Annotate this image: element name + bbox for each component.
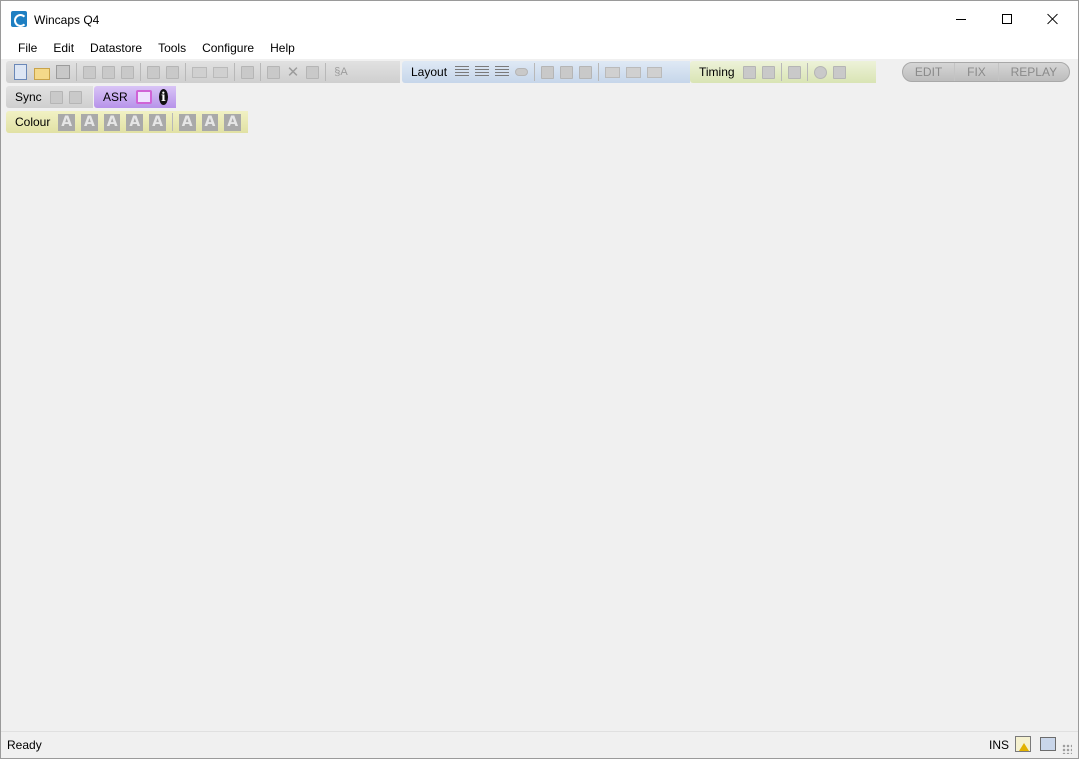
menu-help[interactable]: Help [262,38,303,58]
main-toolbar: ✕ §A [6,61,400,83]
timing-reset-icon[interactable] [813,65,827,79]
toolbar-separator [185,63,186,81]
close-icon [1047,13,1059,25]
colour-label: Colour [15,115,51,129]
insert-mode-indicator: INS [989,738,1010,752]
position-center-icon[interactable] [560,65,574,79]
colour-cyan-button[interactable]: A [103,113,121,131]
status-bar: Ready INS [1,731,1078,758]
mode-replay-button[interactable]: REPLAY [997,63,1069,81]
timing-options-icon[interactable] [832,65,846,79]
menu-bar: File Edit Datastore Tools Configure Help [1,37,1078,59]
mode-edit-button[interactable]: EDIT [903,63,954,81]
minimize-button[interactable] [938,1,984,37]
toolbar-separator [260,63,261,81]
delete-icon[interactable]: ✕ [286,64,300,81]
colour-green-button[interactable]: A [126,113,144,131]
sync-toolbar: Sync [6,86,93,108]
colour-white-button[interactable]: A [58,113,76,131]
sync-label: Sync [15,90,42,104]
layout-label: Layout [411,65,448,79]
pin-icon[interactable] [306,65,319,79]
undo-icon[interactable] [147,65,160,79]
comment-icon[interactable] [241,65,254,79]
link-icon[interactable] [515,68,529,76]
toolbar-separator [780,63,782,81]
mode-switcher: EDIT FIX REPLAY [902,62,1070,82]
status-text: Ready [7,738,42,752]
align-center-icon[interactable] [475,66,490,78]
paste-icon[interactable] [121,65,134,79]
position-right-icon[interactable] [579,65,593,79]
new-file-icon[interactable] [14,64,27,80]
cut-icon[interactable] [83,65,96,79]
close-button[interactable] [1030,1,1076,37]
redo-icon[interactable] [166,65,179,79]
align-right-icon[interactable] [495,66,510,78]
asr-label: ASR [103,90,128,104]
menu-tools[interactable]: Tools [150,38,194,58]
sync-import-icon[interactable] [49,90,63,104]
toolbar-separator [325,63,326,81]
app-logo-icon [11,11,27,27]
position-bottom-icon[interactable] [647,66,663,78]
title-bar[interactable]: Wincaps Q4 [1,1,1078,37]
warning-icon[interactable] [1015,736,1031,752]
toolbar-separator [140,63,141,81]
align-left-icon[interactable] [455,66,470,78]
save-icon[interactable] [56,65,70,79]
asr-toolbar: ASR i [94,86,176,108]
copy-icon[interactable] [102,65,115,79]
timing-label: Timing [699,65,735,79]
connection-icon[interactable] [1040,737,1056,751]
background-red-button[interactable]: A [224,113,241,131]
timing-toolbar: Timing [690,61,876,83]
menu-datastore[interactable]: Datastore [82,38,150,58]
toolbar-area: ✕ §A Layout Timing EDIT FIX REPLAY Sync … [1,59,1078,135]
toolbar-separator [234,63,235,81]
insert-above-icon[interactable] [192,66,207,78]
timing-clear-icon[interactable] [761,65,775,79]
colour-yellow-button[interactable]: A [81,113,98,131]
asr-chat-icon[interactable] [135,90,152,104]
mode-fix-button[interactable]: FIX [954,63,998,81]
position-top-icon[interactable] [605,66,621,78]
resize-grip-icon[interactable] [1062,744,1072,754]
insert-below-icon[interactable] [213,66,228,78]
minimize-icon [956,18,966,20]
menu-file[interactable]: File [10,38,45,58]
app-window: Wincaps Q4 File Edit Datastore Tools Con… [0,0,1079,759]
sync-download-icon[interactable] [68,90,82,104]
colour-toolbar: Colour A A A A A A A A [6,111,248,133]
position-left-icon[interactable] [541,65,555,79]
menu-configure[interactable]: Configure [194,38,262,58]
workspace-area[interactable] [1,135,1078,731]
toolbar-separator [171,113,173,131]
window-title: Wincaps Q4 [34,13,100,27]
flag-icon[interactable] [787,65,801,79]
timing-set-icon[interactable] [742,65,756,79]
toolbar-separator [534,63,536,81]
print-icon[interactable] [267,65,280,79]
info-icon[interactable]: i [158,89,168,105]
maximize-icon [1002,14,1012,24]
maximize-button[interactable] [984,1,1030,37]
open-folder-icon[interactable] [34,67,50,80]
position-middle-icon[interactable] [626,66,642,78]
toolbar-separator [806,63,808,81]
background-blue-button[interactable]: A [201,113,219,131]
toolbar-separator [76,63,77,81]
colour-magenta-button[interactable]: A [149,113,166,131]
toolbar-separator [598,63,600,81]
background-black-button[interactable]: A [178,113,196,131]
spell-check-icon[interactable]: §A [332,64,350,81]
layout-toolbar: Layout [402,61,690,83]
menu-edit[interactable]: Edit [45,38,82,58]
